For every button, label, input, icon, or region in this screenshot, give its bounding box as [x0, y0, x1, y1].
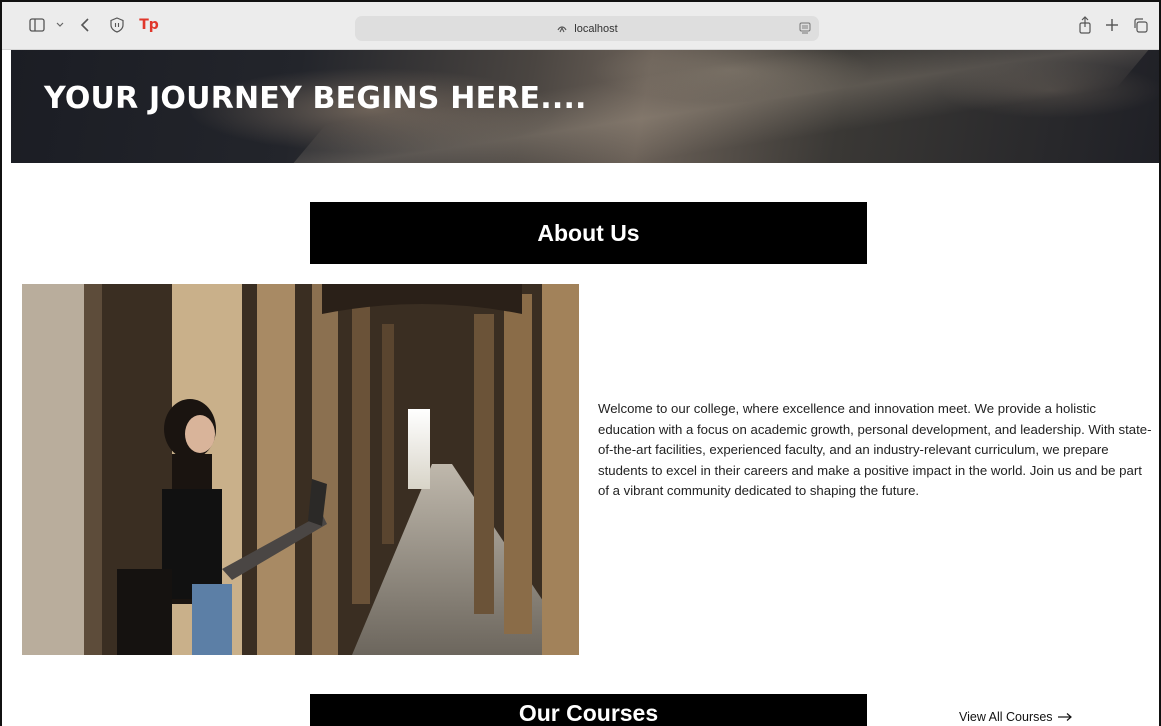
hero-title: YOUR JOURNEY BEGINS HERE.... — [44, 81, 587, 116]
privacy-shield-icon[interactable] — [108, 14, 126, 36]
back-icon[interactable] — [78, 14, 92, 36]
browser-window: Tp localhost YOUR JOURNEY BEGINS HERE...… — [0, 0, 1161, 726]
address-text: localhost — [574, 22, 618, 35]
courses-heading: Our Courses — [310, 694, 867, 726]
tp-extension-icon[interactable]: Tp — [138, 14, 160, 36]
view-all-courses-link[interactable]: View All Courses — [959, 710, 1073, 724]
browser-toolbar: Tp localhost — [2, 2, 1159, 50]
about-description: Welcome to our college, where excellence… — [598, 401, 1152, 498]
site-icon — [556, 23, 568, 35]
share-icon[interactable] — [1077, 14, 1093, 36]
chevron-down-icon[interactable] — [54, 14, 66, 36]
courses-heading-text: Our Courses — [518, 700, 659, 726]
tabs-overview-icon[interactable] — [1132, 14, 1148, 36]
plus-icon[interactable] — [1104, 14, 1120, 36]
about-heading: About Us — [310, 202, 867, 264]
hero-banner: YOUR JOURNEY BEGINS HERE.... — [11, 50, 1159, 163]
arrow-right-icon — [1057, 712, 1073, 722]
sidebar-icon[interactable] — [28, 14, 46, 36]
address-bar[interactable]: localhost — [355, 16, 819, 41]
view-all-courses-label: View All Courses — [959, 710, 1053, 724]
tp-extension-label: Tp — [139, 17, 159, 33]
about-heading-text: About Us — [537, 219, 640, 246]
reader-icon[interactable] — [799, 22, 811, 35]
about-image — [22, 284, 579, 655]
